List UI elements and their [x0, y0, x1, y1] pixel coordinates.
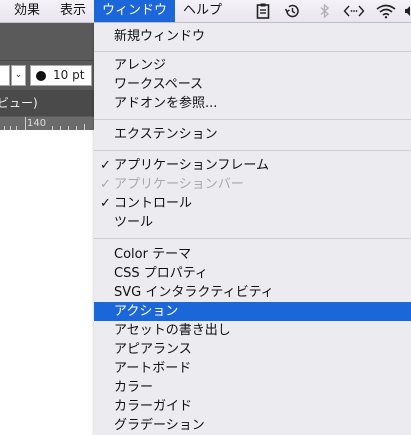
menu-effects[interactable]: 効果 [6, 0, 48, 22]
menu-item-label: アートボード [114, 361, 192, 376]
menu-item-asset-export[interactable]: アセットの書き出し [94, 321, 411, 340]
menu-item-label: アドオンを参照... [114, 96, 218, 111]
menu-item-css-properties[interactable]: CSS プロパティ [94, 264, 411, 283]
menu-separator [94, 119, 411, 120]
code-brackets-icon[interactable] [343, 3, 365, 19]
menu-item-application-frame[interactable]: ✓ アプリケーションフレーム [94, 156, 411, 175]
menu-window[interactable]: ウィンドウ [94, 0, 176, 22]
menu-item-artboards[interactable]: アートボード [94, 359, 411, 378]
menu-item-label: アプリケーションバー [114, 177, 244, 192]
menu-item-arrange[interactable]: アレンジ [94, 56, 411, 75]
menu-item-label: エクステンション [114, 127, 218, 142]
menu-item-label: アレンジ [114, 58, 167, 73]
stroke-weight-field[interactable]: 10 pt [30, 65, 92, 86]
menu-item-label: アピアランス [114, 342, 192, 357]
window-menu: 新規ウィンドウ アレンジ ワークスペース アドオンを参照... エクステンション… [94, 23, 411, 435]
menu-item-appearance[interactable]: アピアランス [94, 340, 411, 359]
menu-item-color-themes[interactable]: Color テーマ [94, 245, 411, 264]
menu-item-label: グラデーション [114, 418, 205, 433]
menu-item-label: CSS プロパティ [114, 266, 208, 281]
menu-item-tools[interactable]: ツール [94, 213, 411, 232]
menu-item-label: カラーガイド [114, 399, 193, 414]
bluetooth-icon[interactable] [316, 3, 334, 19]
checkmark-icon: ✓ [100, 196, 111, 211]
menu-item-label: ワークスペース [114, 77, 204, 92]
control-panel: ⌄ 10 pt [0, 60, 94, 91]
ruler-label: 140 [27, 118, 47, 129]
menu-item-label: アセットの書き出し [114, 323, 231, 338]
stroke-weight-value: 10 pt [53, 68, 85, 82]
brush-dot-icon [36, 71, 46, 81]
menu-item-control[interactable]: ✓ コントロール [94, 194, 411, 213]
menu-bar: 効果 表示 ウィンドウ ヘルプ [0, 0, 411, 23]
illustrator-window: ⌄ 10 pt ビュー) 140 [0, 23, 94, 435]
menu-item-gradient[interactable]: グラデーション [94, 416, 411, 435]
menu-item-label: アクション [114, 304, 179, 319]
menu-item-browse-addons[interactable]: アドオンを参照... [94, 94, 411, 113]
menu-help[interactable]: ヘルプ [175, 0, 230, 22]
menu-item-color[interactable]: カラー [94, 378, 411, 397]
menu-item-extensions[interactable]: エクステンション [94, 125, 411, 144]
menu-item-label: アプリケーションフレーム [114, 158, 269, 173]
menu-item-label: 新規ウィンドウ [114, 29, 206, 44]
horizontal-ruler: 140 [0, 116, 94, 130]
menu-item-label: カラー [114, 380, 154, 395]
menu-view[interactable]: 表示 [52, 0, 94, 22]
checkmark-icon: ✓ [100, 158, 111, 173]
document-tab-label: ビュー) [0, 96, 38, 110]
menu-item-label: コントロール [114, 196, 193, 211]
app-toolbar [0, 23, 94, 60]
wifi-icon[interactable] [375, 3, 397, 19]
menu-separator [94, 238, 411, 239]
menu-separator [94, 51, 411, 52]
checkmark-icon: ✓ [100, 177, 111, 192]
style-dropdown[interactable] [0, 65, 10, 86]
menu-item-svg-interactivity[interactable]: SVG インタラクティビティ [94, 283, 411, 302]
menu-separator [94, 150, 411, 151]
clipboard-icon[interactable] [254, 3, 272, 19]
menu-item-actions[interactable]: アクション [94, 302, 411, 321]
menu-item-color-guide[interactable]: カラーガイド [94, 397, 411, 416]
menu-item-label: Color テーマ [114, 247, 192, 262]
document-tab[interactable]: ビュー) [0, 90, 94, 116]
menu-item-new-window[interactable]: 新規ウィンドウ [94, 27, 411, 46]
menu-item-workspace[interactable]: ワークスペース [94, 75, 411, 94]
menu-item-label: SVG インタラクティビティ [114, 285, 274, 300]
menu-item-label: ツール [114, 215, 154, 230]
chevron-down-icon[interactable]: ⌄ [11, 65, 26, 86]
volume-icon[interactable] [404, 3, 411, 19]
menu-item-application-bar: ✓ アプリケーションバー [94, 175, 411, 194]
time-machine-icon[interactable] [283, 3, 301, 19]
